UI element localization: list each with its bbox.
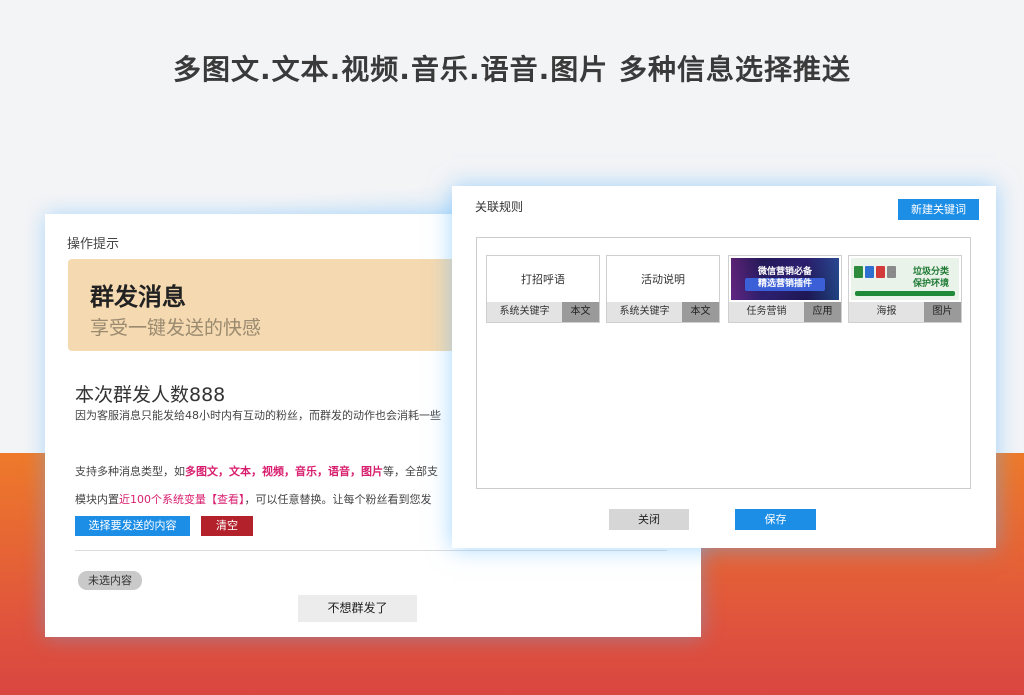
- mass-message-banner: 群发消息 享受一键发送的快感: [68, 259, 488, 351]
- card-footer: 系统关键字 本文: [487, 302, 599, 322]
- panel-title: 操作提示: [67, 237, 120, 252]
- no-content-tag: 未选内容: [78, 571, 142, 590]
- bin-icon: [887, 266, 896, 278]
- garbage-sorting-poster-image: 垃圾分类 保护环境: [851, 258, 959, 300]
- panel-title: 关联规则: [475, 200, 524, 214]
- divider: [75, 550, 667, 551]
- card-footer: 海报 图片: [849, 302, 961, 322]
- page-headline: 多图文.文本.视频.音乐.语音.图片 多种信息选择推送: [173, 53, 851, 86]
- card-keyword: 任务营销: [746, 306, 787, 317]
- clear-button[interactable]: 清空: [201, 516, 253, 536]
- close-button[interactable]: 关闭: [609, 509, 689, 530]
- image-text-line2: 精选营销插件: [745, 278, 825, 291]
- rules-grid: 打招呼语 系统关键字 本文 活动说明 系统关键字 本文 微信营销必备 精选营销插…: [476, 237, 971, 489]
- card-keyword: 系统关键字: [499, 306, 550, 317]
- select-content-button[interactable]: 选择要发送的内容: [75, 516, 190, 536]
- rule-card-greeting[interactable]: 打招呼语 系统关键字 本文: [486, 255, 600, 323]
- types-highlight: 多图文，文本，视频，音乐，语音，图片: [185, 465, 383, 478]
- types-suffix: 等，全部支: [383, 465, 438, 478]
- new-keyword-button[interactable]: 新建关键词: [898, 199, 979, 220]
- bin-icon: [876, 266, 885, 278]
- variables-text: 模块内置近100个系统变量【查看】，可以任意替换。让每个粉丝看到您发: [75, 491, 455, 507]
- card-title: 打招呼语: [487, 256, 599, 302]
- vars-suffix: ，可以任意替换。让每个粉丝看到您发: [244, 493, 432, 506]
- card-type-badge: 本文: [682, 302, 719, 322]
- card-footer: 系统关键字 本文: [607, 302, 719, 322]
- view-variables-link[interactable]: 【查看】: [206, 493, 245, 506]
- card-keyword: 系统关键字: [619, 306, 670, 317]
- types-prefix: 支持多种消息类型，如: [75, 465, 185, 478]
- rule-card-poster[interactable]: 垃圾分类 保护环境 海报 图片: [848, 255, 962, 323]
- description-text: 因为客服消息只能发给48小时内有互动的粉丝，而群发的动作也会消耗一些: [75, 409, 441, 422]
- vars-highlight: 近100个系统变量: [119, 493, 206, 506]
- banner-subtitle: 享受一键发送的快感: [90, 317, 262, 339]
- card-type-badge: 应用: [804, 302, 841, 322]
- bin-icon: [865, 266, 874, 278]
- message-types-text: 支持多种消息类型，如多图文，文本，视频，音乐，语音，图片等，全部支: [75, 463, 455, 479]
- card-title: 活动说明: [607, 256, 719, 302]
- card-footer: 任务营销 应用: [729, 302, 841, 322]
- cancel-mass-send-button[interactable]: 不想群发了: [298, 595, 417, 622]
- rule-card-activity[interactable]: 活动说明 系统关键字 本文: [606, 255, 720, 323]
- related-rules-panel: 关联规则 新建关键词 打招呼语 系统关键字 本文 活动说明 系统关键字 本文 微…: [452, 186, 996, 548]
- vars-prefix: 模块内置: [75, 493, 119, 506]
- save-button[interactable]: 保存: [735, 509, 816, 530]
- card-keyword: 海报: [876, 306, 897, 317]
- rule-card-task-marketing[interactable]: 微信营销必备 精选营销插件 任务营销 应用: [728, 255, 842, 323]
- image-text-line1: 微信营销必备: [757, 267, 812, 277]
- image-text-line2: 保护环境: [912, 279, 949, 289]
- recipient-count: 本次群发人数888: [75, 384, 226, 406]
- card-type-badge: 图片: [924, 302, 961, 322]
- banner-title: 群发消息: [90, 283, 186, 311]
- bin-icon: [854, 266, 863, 278]
- card-type-badge: 本文: [562, 302, 599, 322]
- marketing-plugin-image: 微信营销必备 精选营销插件: [731, 258, 839, 300]
